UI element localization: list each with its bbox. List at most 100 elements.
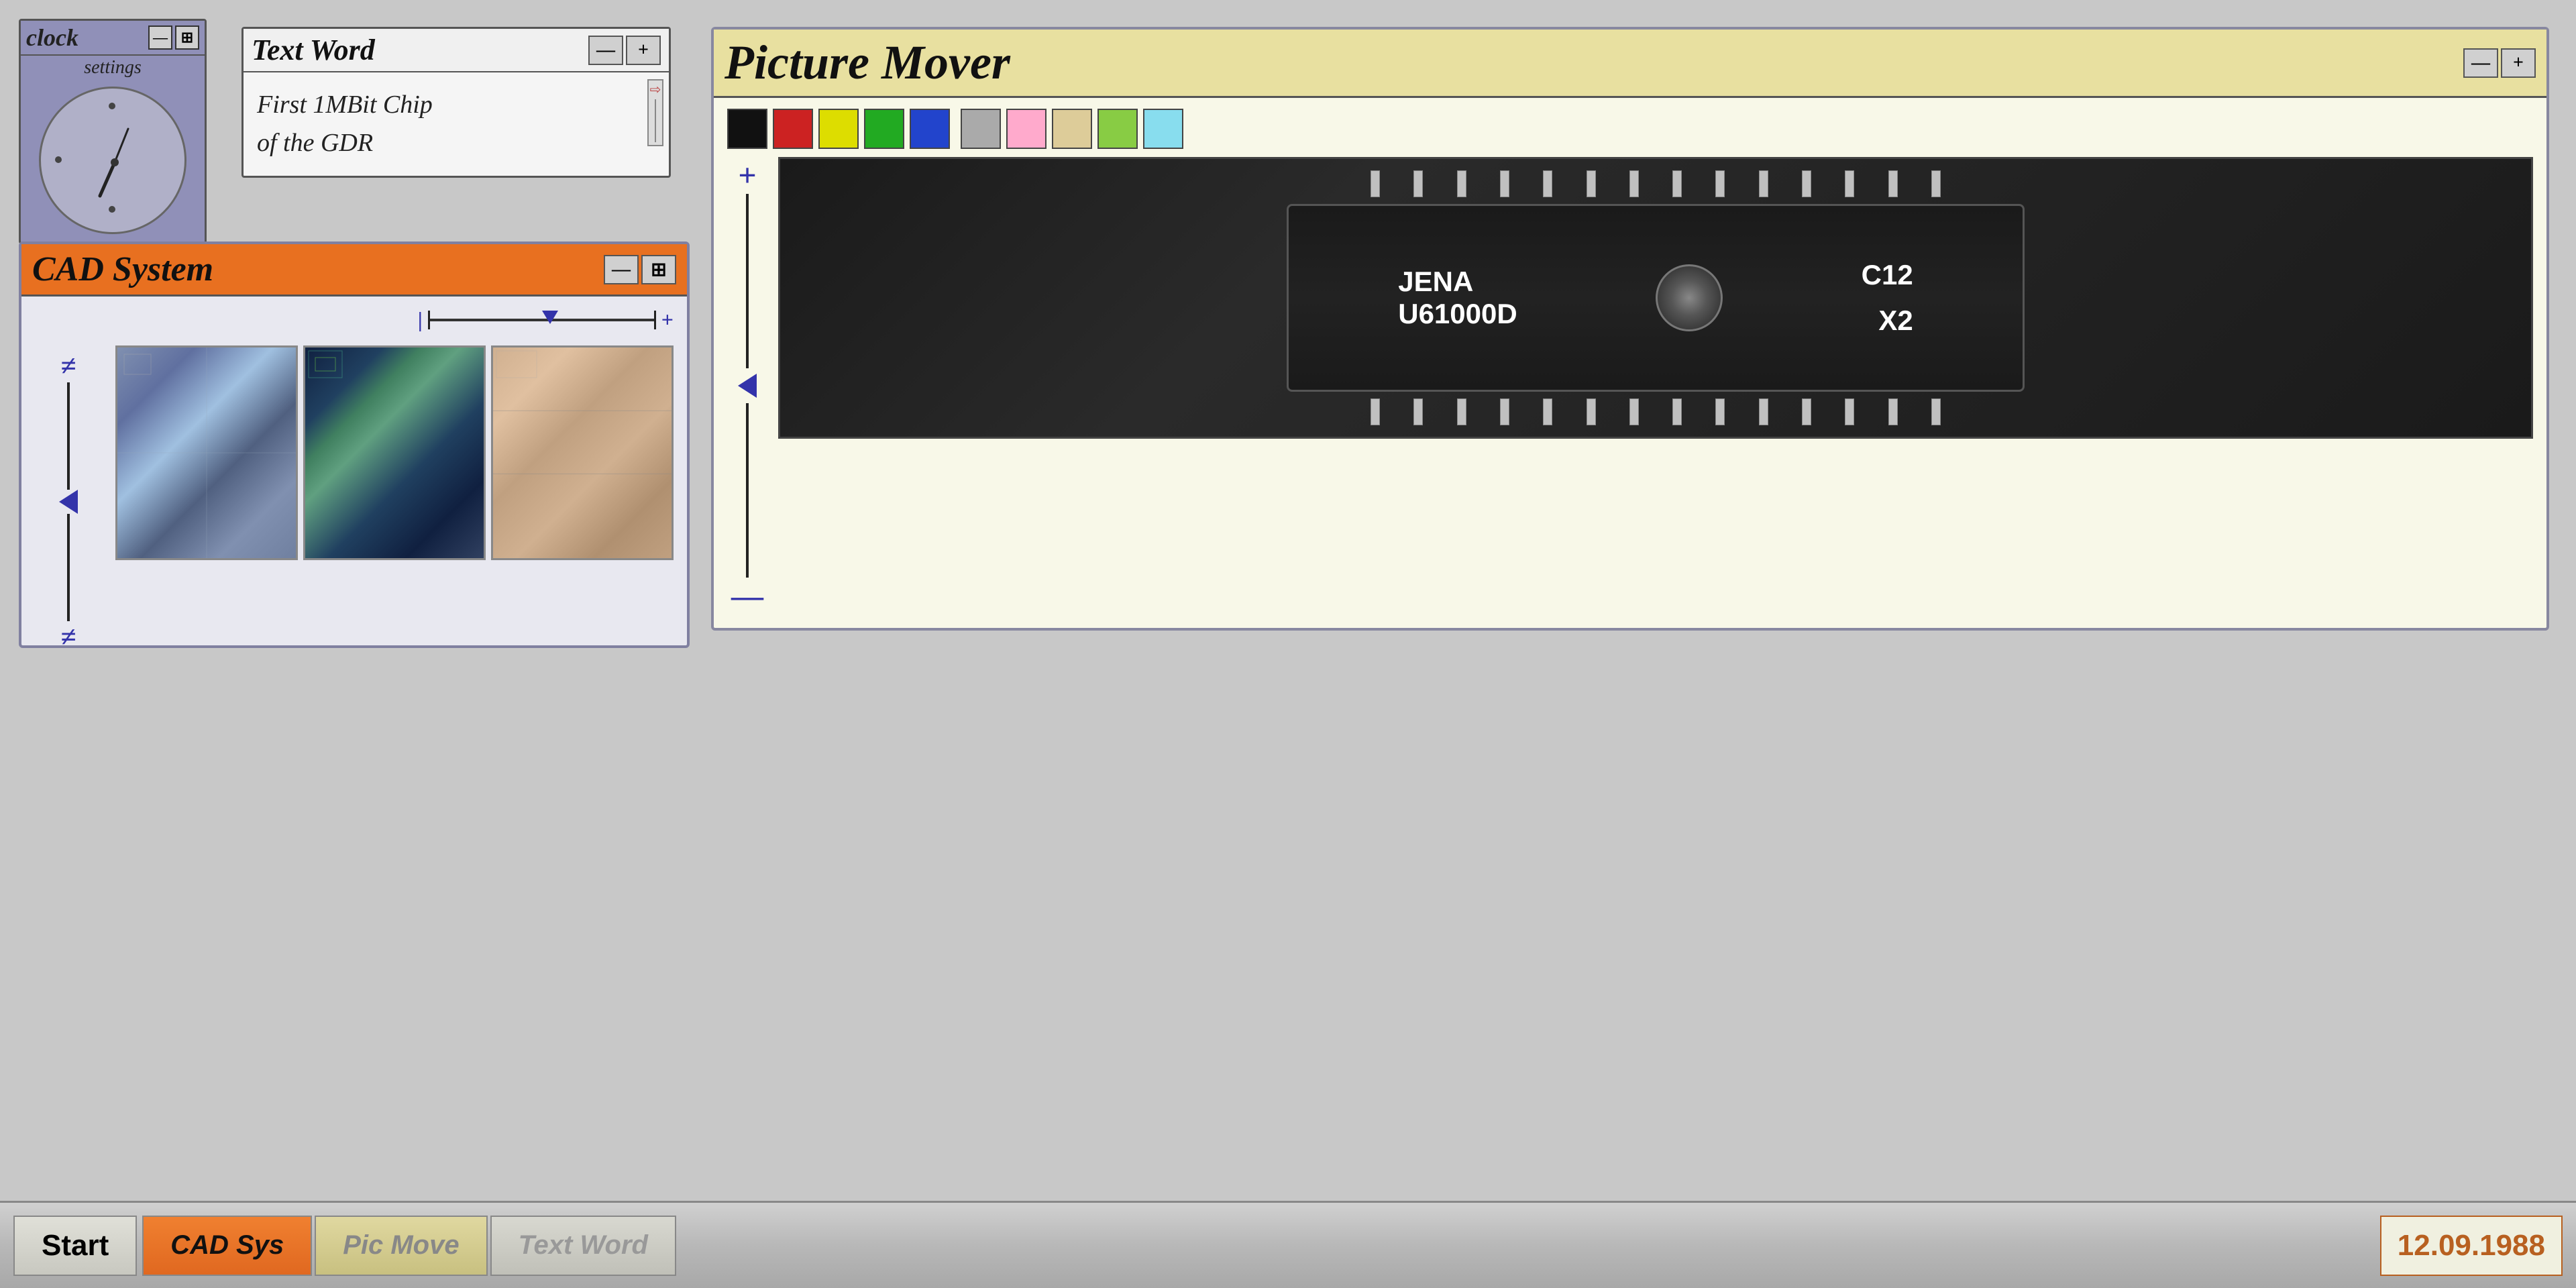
cad-minimize-button[interactable]: — [604, 255, 639, 284]
chip-pin [1802, 170, 1811, 197]
textword-maximize-button[interactable]: + [626, 36, 661, 65]
chip-text-model: U61000D [1398, 298, 1517, 330]
color-swatch-tan[interactable] [1052, 109, 1092, 149]
picmover-minimize-button[interactable]: — [2463, 48, 2498, 78]
cad-chip-image-2 [303, 345, 486, 560]
taskbar-date: 12.09.1988 [2380, 1216, 2563, 1276]
color-swatch-black[interactable] [727, 109, 767, 149]
chip-pin [1715, 170, 1725, 197]
cad-buttons: — ⊞ [604, 255, 676, 284]
chip-pin [1759, 170, 1768, 197]
cad-chip-image-1 [115, 345, 298, 560]
textword-line2: of the GDR [257, 124, 655, 162]
start-button[interactable]: Start [13, 1216, 137, 1276]
picmover-controls: + — [727, 157, 767, 614]
chip-pin [1715, 398, 1725, 425]
textword-minimize-button[interactable]: — [588, 36, 623, 65]
color-palette [727, 109, 2533, 149]
textword-widget: Text Word — + First 1MBit Chip of the GD… [241, 27, 671, 178]
cad-title: CAD System [32, 250, 213, 289]
chip-pin [1543, 170, 1552, 197]
clock-buttons: — ⊞ [148, 25, 199, 50]
chip-pin [1629, 170, 1639, 197]
cad-triangle-control[interactable] [59, 490, 78, 514]
cad-content: | + ≠ ≠ [21, 297, 687, 645]
cad-titlebar: CAD System — ⊞ [21, 244, 687, 297]
picmover-content: + — [714, 98, 2546, 628]
cad-maximize-button[interactable]: ⊞ [641, 255, 676, 284]
clock-maximize-button[interactable]: ⊞ [175, 25, 199, 50]
picmover-maximize-button[interactable]: + [2501, 48, 2536, 78]
picmover-minus-button[interactable]: — [731, 578, 763, 614]
chip-pin [1931, 398, 1941, 425]
chip-pin [1457, 398, 1466, 425]
cad-chip-images [115, 345, 674, 560]
picmover-main: + — [727, 157, 2533, 614]
chip-pin [1500, 398, 1509, 425]
cad-line-bottom [67, 514, 70, 621]
scroll-up-arrow: ⇨ [650, 83, 661, 97]
chip-pin [1587, 170, 1596, 197]
textword-buttons: — + [588, 36, 661, 65]
textword-taskbar-button[interactable]: Text Word [490, 1216, 676, 1276]
chip-pin [1759, 398, 1768, 425]
cad-sym-bot: ≠ [60, 621, 76, 653]
color-swatch-red[interactable] [773, 109, 813, 149]
color-swatch-green[interactable] [864, 109, 904, 149]
color-swatch-yellow[interactable] [818, 109, 859, 149]
chip-pin [1845, 170, 1854, 197]
chip-text-jena: JENA [1398, 266, 1473, 298]
scroll-track [655, 99, 656, 142]
chip-text-x2: X2 [1878, 305, 1913, 337]
chip-pin [1500, 170, 1509, 197]
chip-pin [1672, 170, 1682, 197]
picmover-triangle-control[interactable] [738, 374, 757, 398]
chip1-overlay [117, 347, 296, 558]
chip-pin [1457, 170, 1466, 197]
textword-titlebar: Text Word — + [244, 29, 669, 72]
color-swatch-lime[interactable] [1097, 109, 1138, 149]
clock-title: clock [26, 23, 78, 52]
cad-slider-thumb[interactable] [542, 311, 558, 324]
cad-slider-track[interactable] [428, 319, 656, 321]
cad-chip-image-3 [491, 345, 674, 560]
chip-pin [1672, 398, 1682, 425]
cad-line-top [67, 382, 70, 490]
clock-widget: clock — ⊞ settings [19, 19, 207, 244]
cad-slider-plus[interactable]: + [661, 307, 674, 332]
chip-pin [1371, 170, 1380, 197]
chip-pin [1587, 398, 1596, 425]
clock-settings-label: settings [21, 56, 205, 81]
clock-minimize-button[interactable]: — [148, 25, 172, 50]
chip-pin [1931, 170, 1941, 197]
textword-content: First 1MBit Chip of the GDR ⇨ [244, 72, 669, 176]
textword-title: Text Word [252, 33, 375, 67]
picmover-line-bottom [746, 403, 749, 578]
cad-left-panel: ≠ ≠ [35, 350, 102, 653]
picmove-taskbar-button[interactable]: Pic Move [315, 1216, 487, 1276]
chip-pin [1629, 398, 1639, 425]
picmover-buttons: — + [2463, 48, 2536, 78]
cad-taskbar-button[interactable]: CAD Sys [142, 1216, 312, 1276]
picmover-title: Picture Mover [724, 35, 1010, 91]
chip2-overlay [305, 347, 484, 558]
chip-pin [1371, 398, 1380, 425]
chip-pin [1802, 398, 1811, 425]
chip-markings: C12 X2 [1862, 259, 1913, 337]
chip-lens [1656, 264, 1723, 331]
color-swatch-pink[interactable] [1006, 109, 1046, 149]
clock-hands [41, 89, 189, 236]
textword-scrollbar[interactable]: ⇨ [647, 79, 663, 146]
chip-label-group: JENA U61000D [1398, 266, 1517, 330]
color-swatch-cyan[interactable] [1143, 109, 1183, 149]
cad-slider-right-end [654, 311, 656, 329]
picmover-plus-button[interactable]: + [738, 157, 756, 194]
color-swatch-blue[interactable] [910, 109, 950, 149]
chip-pins-bottom [1354, 392, 1957, 425]
chip-text-c12: C12 [1862, 259, 1913, 291]
color-swatch-gray[interactable] [961, 109, 1001, 149]
chip-pin [1413, 398, 1423, 425]
cad-sym-top: ≠ [60, 350, 76, 382]
cad-slider-minus[interactable]: | [418, 307, 423, 332]
chip-body: JENA U61000D C12 X2 [1287, 170, 2025, 425]
